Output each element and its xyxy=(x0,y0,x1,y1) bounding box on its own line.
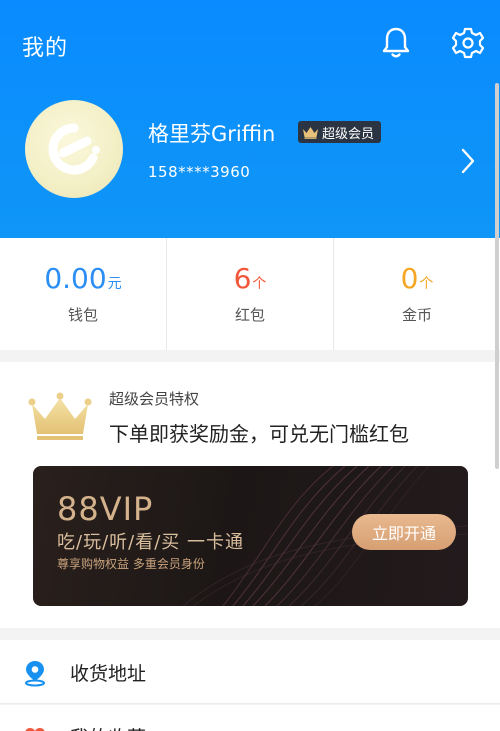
stat-red-packet[interactable]: 6个 红包 xyxy=(166,238,333,350)
stat-value: 6个 xyxy=(233,262,267,295)
stat-value: 0个 xyxy=(400,262,434,295)
crown-icon xyxy=(303,126,318,139)
open-vip-button[interactable]: 立即开通 xyxy=(352,514,456,550)
vip-badge: 超级会员 xyxy=(298,121,382,143)
list-item-favorites[interactable]: 我的收藏 xyxy=(0,705,500,731)
stat-coins[interactable]: 0个 金币 xyxy=(333,238,500,350)
heart-icon xyxy=(23,726,47,731)
vip-subtitle: 超级会员特权 xyxy=(109,390,200,408)
phone-number: 158****3960 xyxy=(148,163,251,181)
stat-value: 0.00元 xyxy=(44,262,122,295)
vip-promo-card[interactable]: 超级会员特权 下单即获奖励金，可兑无门槛红包 88VIP 吃/玩/听/看/买 一… xyxy=(0,362,500,628)
scrollbar[interactable] xyxy=(495,83,499,469)
crown-icon xyxy=(28,392,92,446)
vip-banner-tagline: 吃/玩/听/看/买 一卡通 xyxy=(57,532,244,553)
vip-banner-title: 88VIP xyxy=(57,490,154,528)
vip-headline: 下单即获奖励金，可兑无门槛红包 xyxy=(109,422,409,446)
stat-label: 红包 xyxy=(234,306,265,324)
chevron-right-icon[interactable] xyxy=(458,147,478,175)
page-title: 我的 xyxy=(22,36,69,61)
eleme-logo-icon xyxy=(48,123,100,175)
stat-label: 金币 xyxy=(401,306,432,324)
vip-banner-desc: 尊享购物权益 多重会员身份 xyxy=(57,557,205,571)
profile-header: 我的 格里芬Griffin 超级会员 158****3960 xyxy=(0,0,500,238)
stat-wallet[interactable]: 0.00元 钱包 xyxy=(0,238,166,350)
vip-badge-label: 超级会员 xyxy=(322,126,375,142)
vip-banner[interactable]: 88VIP 吃/玩/听/看/买 一卡通 尊享购物权益 多重会员身份 立即开通 xyxy=(33,466,468,606)
location-pin-icon xyxy=(23,659,47,691)
list-item-label: 我的收藏 xyxy=(70,723,146,731)
username: 格里芬Griffin xyxy=(148,122,276,146)
stats-bar: 0.00元 钱包 6个 红包 0个 金币 xyxy=(0,238,500,350)
gear-icon[interactable] xyxy=(451,26,485,60)
stat-label: 钱包 xyxy=(67,306,98,324)
list-item-address[interactable]: 收货地址 xyxy=(0,640,500,704)
list-item-label: 收货地址 xyxy=(70,663,147,685)
bell-icon[interactable] xyxy=(381,26,411,60)
avatar[interactable] xyxy=(25,100,123,198)
